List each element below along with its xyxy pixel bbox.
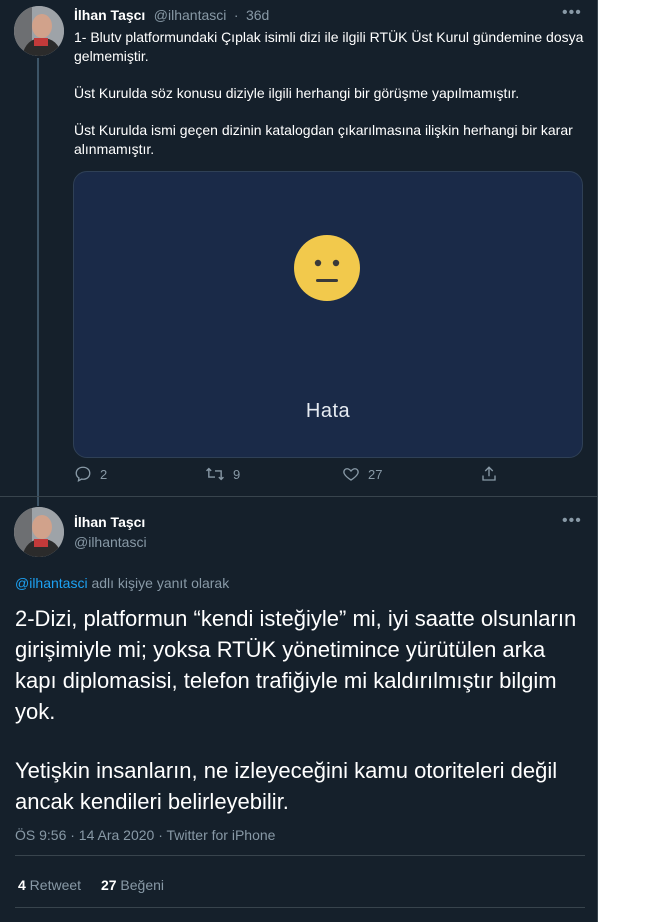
actions-divider (15, 907, 585, 908)
tweet-header: İlhan Taşcı @ilhantasci · 36d (74, 7, 269, 25)
like-count: 27 (368, 466, 383, 482)
more-options-icon[interactable]: ••• (562, 512, 582, 530)
tweet-1[interactable]: İlhan Taşcı @ilhantasci · 36d ••• 1- Blu… (0, 0, 598, 506)
tweet-paragraph: Üst Kurulda ismi geçen dizinin katalogda… (74, 122, 573, 157)
reply-count: 2 (100, 466, 108, 482)
reply-button[interactable]: 2 (74, 465, 107, 483)
tweet-actions: 2 9 27 (74, 465, 514, 491)
retweets-stat[interactable]: 4 Retweet (18, 877, 81, 893)
reply-to-link[interactable]: @ilhantasci (15, 575, 88, 591)
neutral-face-icon (294, 235, 360, 301)
like-total: 27 (100, 877, 117, 893)
avatar[interactable] (14, 507, 64, 557)
avatar-photo-icon (14, 507, 64, 557)
tweet-timestamp[interactable]: ÖS 9:56 · 14 Ara 2020 · Twitter for iPho… (15, 827, 275, 843)
media-error-label: Hata (305, 400, 351, 422)
column-border (597, 0, 598, 922)
retweet-icon (206, 467, 224, 481)
reply-context: @ilhantasci adlı kişiye yanıt olarak (15, 575, 229, 591)
separator-dot: · (233, 7, 239, 23)
retweet-button[interactable]: 9 (205, 465, 240, 483)
tweet-paragraph: Yetişkin insanların, ne izleyeceğini kam… (15, 758, 558, 814)
author-handle[interactable]: @ilhantasci (154, 7, 227, 23)
avatar[interactable] (14, 6, 64, 56)
thread-line (37, 58, 39, 506)
author-name[interactable]: İlhan Taşcı (74, 514, 145, 530)
reply-icon (75, 466, 91, 483)
likes-stat[interactable]: 27 Beğeni (101, 877, 164, 893)
tweet-stats: 4 Retweet 27 Beğeni (18, 877, 164, 893)
retweet-count: 9 (233, 466, 241, 482)
like-button[interactable]: 27 (342, 465, 382, 483)
tweet-text: 2-Dizi, platformun “kendi isteğiyle” mi,… (15, 603, 585, 845)
author-name[interactable]: İlhan Taşcı (74, 7, 145, 23)
reply-context-text: adlı kişiye yanıt olarak (87, 575, 230, 591)
tweet-text: 1- Blutv platformundaki Çıplak isimli di… (74, 28, 584, 177)
tweet-paragraph: 1- Blutv platformundaki Çıplak isimli di… (74, 29, 584, 64)
more-options-icon[interactable]: ••• (562, 4, 582, 22)
stats-divider (15, 855, 585, 856)
media-card[interactable]: Hata (73, 171, 583, 458)
tweet-divider (0, 496, 598, 497)
retweet-label: Retweet (25, 877, 82, 893)
tweet-time[interactable]: 36d (246, 7, 269, 23)
share-button[interactable] (480, 465, 498, 483)
like-label: Beğeni (116, 877, 164, 893)
avatar-photo-icon (14, 6, 64, 56)
tweet-paragraph: Üst Kurulda söz konusu diziyle ilgili he… (74, 85, 520, 101)
heart-icon (343, 468, 359, 481)
retweet-total: 4 (18, 877, 26, 893)
author-handle[interactable]: @ilhantasci (74, 534, 147, 550)
tweet-paragraph: 2-Dizi, platformun “kendi isteğiyle” mi,… (15, 606, 577, 724)
share-icon (482, 466, 496, 481)
tweet-feed: İlhan Taşcı @ilhantasci · 36d ••• 1- Blu… (0, 0, 598, 922)
